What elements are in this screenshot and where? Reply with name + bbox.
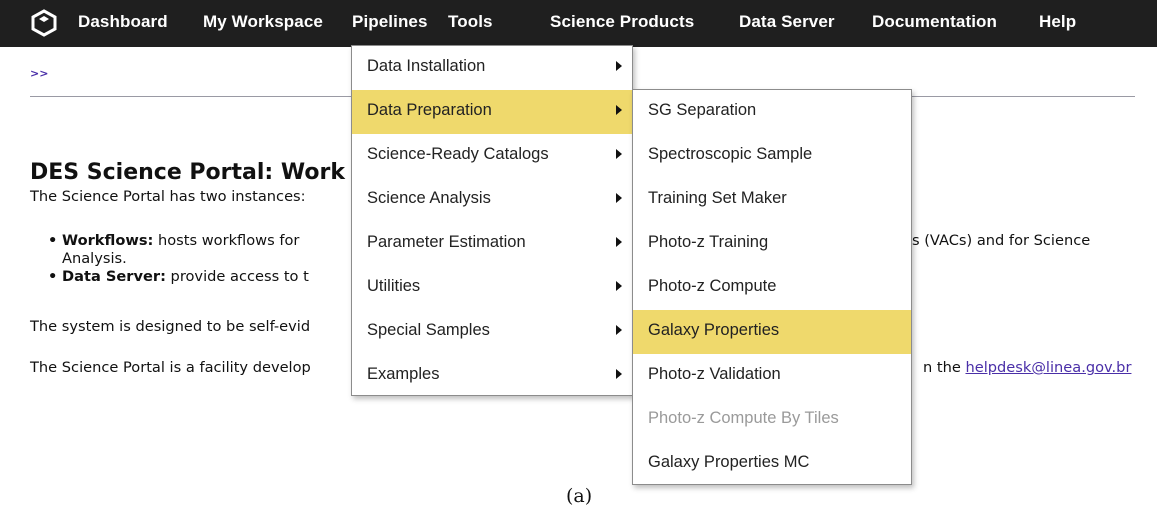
bullet-data-server: • Data Server: provide access to t [48, 268, 309, 285]
menu-item-label: Galaxy Properties MC [648, 453, 810, 471]
menu-item-special-samples[interactable]: Special Samples [352, 310, 632, 354]
submenu-arrow-icon [616, 149, 622, 159]
menu-item-label: Photo-z Compute By Tiles [648, 409, 839, 427]
helpdesk-email-link[interactable]: helpdesk@linea.gov.br [965, 359, 1131, 376]
menu-item-parameter-estimation[interactable]: Parameter Estimation [352, 222, 632, 266]
bullet-workflows: • Workflows: hosts workflows for [48, 232, 300, 249]
data-preparation-submenu: SG Separation Spectroscopic Sample Trainin… [632, 89, 912, 485]
menu-item-label: Science Analysis [367, 189, 491, 207]
menu-item-label: Photo-z Training [648, 233, 769, 251]
nav-pipelines[interactable]: Pipelines [352, 12, 428, 32]
menu-item-label: Galaxy Properties [648, 321, 780, 339]
menu-item-label: Parameter Estimation [367, 233, 526, 251]
contact-prefix: n the [923, 359, 966, 376]
menu-item-label: Training Set Maker [648, 189, 787, 207]
bullet-workflows-label: Workflows: [62, 232, 154, 249]
portal-logo-icon[interactable] [30, 9, 58, 37]
menu-item-label: SG Separation [648, 101, 757, 119]
nav-tools[interactable]: Tools [448, 12, 493, 32]
system-text: The system is designed to be self-evid [30, 318, 311, 335]
bullet-dot: • [48, 232, 58, 249]
submenu-arrow-icon [616, 61, 622, 71]
menu-item-galaxy-properties[interactable]: Galaxy Properties [633, 310, 911, 354]
menu-item-data-preparation[interactable]: Data Preparation [352, 90, 632, 134]
nav-help[interactable]: Help [1039, 12, 1076, 32]
nav-dashboard[interactable]: Dashboard [78, 12, 168, 32]
submenu-arrow-icon [616, 193, 622, 203]
menu-item-photo-z-training[interactable]: Photo-z Training [633, 222, 911, 266]
menu-item-training-set-maker[interactable]: Training Set Maker [633, 178, 911, 222]
contact-text: n the helpdesk@linea.gov.br [923, 359, 1131, 376]
menu-item-label: Science-Ready Catalogs [367, 145, 549, 163]
menu-item-spectroscopic-sample[interactable]: Spectroscopic Sample [633, 134, 911, 178]
menu-item-science-ready-catalogs[interactable]: Science-Ready Catalogs [352, 134, 632, 178]
bullet-dot: • [48, 268, 58, 285]
menu-item-photo-z-compute-by-tiles: Photo-z Compute By Tiles [633, 398, 911, 442]
top-navbar: Dashboard My Workspace Pipelines Tools S… [0, 0, 1157, 47]
menu-item-sg-separation[interactable]: SG Separation [633, 90, 911, 134]
menu-item-label: Data Installation [367, 57, 486, 75]
submenu-arrow-icon [616, 369, 622, 379]
menu-item-label: Photo-z Compute [648, 277, 777, 295]
bullet-data-server-label: Data Server: [62, 268, 166, 285]
menu-item-galaxy-properties-mc[interactable]: Galaxy Properties MC [633, 442, 911, 486]
menu-item-science-analysis[interactable]: Science Analysis [352, 178, 632, 222]
nav-science-products[interactable]: Science Products [550, 12, 694, 32]
page-title: DES Science Portal: Work [30, 160, 345, 185]
menu-item-utilities[interactable]: Utilities [352, 266, 632, 310]
nav-data-server[interactable]: Data Server [739, 12, 835, 32]
facility-text: The Science Portal is a facility develop [30, 359, 311, 376]
bullet-workflows-cont: Analysis. [62, 250, 127, 267]
menu-item-data-installation[interactable]: Data Installation [352, 46, 632, 90]
menu-item-photo-z-compute[interactable]: Photo-z Compute [633, 266, 911, 310]
bullet-data-server-text: provide access to t [165, 268, 309, 285]
menu-item-photo-z-validation[interactable]: Photo-z Validation [633, 354, 911, 398]
bullet-workflows-text-right: s (VACs) and for Science [912, 232, 1091, 249]
nav-my-workspace[interactable]: My Workspace [203, 12, 323, 32]
menu-item-label: Utilities [367, 277, 421, 295]
breadcrumb[interactable]: >> [30, 67, 48, 80]
menu-item-examples[interactable]: Examples [352, 354, 632, 398]
pipelines-menu: Data Installation Data Preparation Science… [351, 45, 633, 396]
submenu-arrow-icon [616, 325, 622, 335]
menu-item-label: Examples [367, 365, 440, 383]
menu-item-label: Special Samples [367, 321, 490, 339]
submenu-arrow-icon [616, 237, 622, 247]
nav-documentation[interactable]: Documentation [872, 12, 997, 32]
menu-item-label: Spectroscopic Sample [648, 145, 813, 163]
figure-caption: (a) [566, 485, 593, 507]
submenu-arrow-icon [616, 105, 622, 115]
bullet-workflows-text: hosts workflows for [153, 232, 300, 249]
intro-text: The Science Portal has two instances: [30, 188, 306, 205]
menu-item-label: Data Preparation [367, 101, 492, 119]
menu-item-label: Photo-z Validation [648, 365, 781, 383]
submenu-arrow-icon [616, 281, 622, 291]
